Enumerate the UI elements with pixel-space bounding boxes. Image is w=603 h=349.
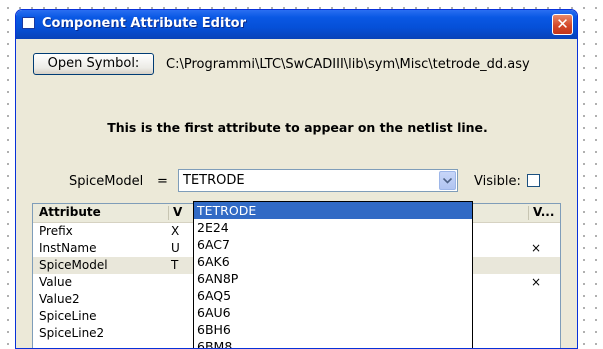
attribute-value-cell: T	[171, 258, 179, 272]
attribute-info-text: This is the first attribute to appear on…	[107, 120, 488, 135]
close-button[interactable]: ✕	[552, 14, 573, 35]
visible-label: Visible:	[474, 174, 521, 189]
symbol-path: C:\Programmi\LTC\SwCADIII\lib\sym\Misc\t…	[166, 57, 530, 72]
dropdown-item[interactable]: TETRODE	[194, 202, 472, 219]
attribute-name-cell: SpiceModel	[39, 258, 108, 272]
spice-model-dropdown-list[interactable]: TETRODE 2E24 6AC7 6AK6 6AN8P 6AQ5 6AU6 6BH6 6BM8…	[193, 201, 473, 348]
column-divider[interactable]	[528, 206, 529, 220]
column-header-visible[interactable]: V...	[533, 205, 554, 219]
window-title: Component Attribute Editor	[42, 16, 246, 31]
title-bar[interactable]: Component Attribute Editor ✕	[16, 10, 577, 39]
attribute-name-cell: Prefix	[39, 224, 73, 238]
attribute-value-cell: X	[171, 224, 180, 238]
component-attribute-editor-window: Component Attribute Editor ✕ Open Symbol…	[15, 9, 578, 349]
attribute-name-cell: SpiceLine2	[39, 326, 105, 340]
dropdown-item[interactable]: 6AQ5	[194, 287, 472, 304]
attribute-name-cell: Value	[39, 275, 72, 289]
dropdown-item[interactable]: 6AU6	[194, 304, 472, 321]
dropdown-item[interactable]: 6AC7	[194, 236, 472, 253]
attribute-name-cell: InstName	[39, 241, 97, 255]
visible-checkbox[interactable]	[527, 174, 540, 187]
attribute-visible-cell: ×	[531, 241, 542, 255]
column-header-attribute[interactable]: Attribute	[39, 205, 101, 219]
chevron-down-icon[interactable]	[439, 171, 456, 190]
attribute-name-cell: SpiceLine	[39, 309, 97, 323]
attribute-name-label: SpiceModel	[69, 174, 144, 189]
combobox-value: TETRODE	[183, 173, 245, 188]
open-symbol-button[interactable]: Open Symbol:	[33, 53, 154, 75]
attribute-value-cell: U	[171, 241, 180, 255]
column-divider[interactable]	[168, 206, 169, 220]
column-header-value[interactable]: V	[173, 205, 182, 219]
equals-sign: =	[157, 174, 168, 189]
dropdown-item[interactable]: 6BH6	[194, 321, 472, 338]
attribute-name-cell: Value2	[39, 292, 80, 306]
window-icon	[22, 17, 35, 29]
dropdown-item[interactable]: 6AN8P	[194, 270, 472, 287]
dropdown-item[interactable]: 6BM8_	[194, 338, 472, 348]
attribute-visible-cell: ×	[531, 275, 542, 289]
dropdown-item[interactable]: 2E24	[194, 219, 472, 236]
attribute-value-combobox[interactable]: TETRODE	[178, 169, 458, 192]
dropdown-item[interactable]: 6AK6	[194, 253, 472, 270]
